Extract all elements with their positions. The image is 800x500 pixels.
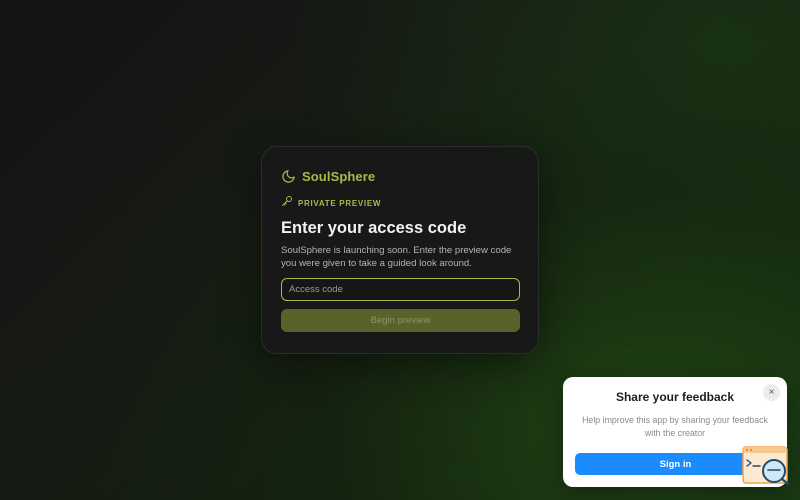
page-description: SoulSphere is launching soon. Enter the … [281, 245, 512, 269]
brand-name: SoulSphere [302, 168, 376, 184]
brand: SoulSphere [281, 167, 519, 185]
chat-search-icon[interactable] [742, 446, 790, 486]
begin-preview-button[interactable]: Begin preview [281, 309, 520, 332]
access-card: SoulSphere PRIVATE PREVIEW Enter your ac… [261, 146, 539, 354]
feedback-title: Share your feedback [615, 390, 735, 404]
private-preview-label: PRIVATE PREVIEW [281, 194, 519, 212]
page-title: Enter your access code [281, 219, 467, 237]
close-icon[interactable]: × [763, 384, 780, 401]
eyebrow-text: PRIVATE PREVIEW [298, 198, 382, 208]
feedback-text: Help improve this app by sharing your fe… [582, 415, 768, 438]
key-icon [281, 194, 293, 212]
access-code-input[interactable] [281, 278, 520, 301]
moon-icon [281, 169, 296, 184]
